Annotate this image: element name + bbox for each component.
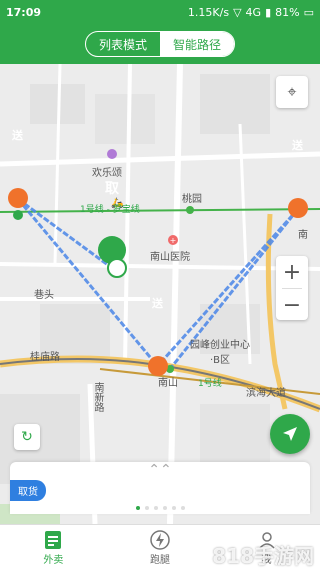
- list-icon: [42, 529, 64, 551]
- map-label-kechuang: 园峰创业中心·B区: [190, 340, 250, 366]
- page-indicator: [10, 506, 310, 510]
- map-label-nanshan: 南山: [158, 378, 178, 389]
- zoom-in-button[interactable]: +: [276, 256, 308, 288]
- page-dot: [180, 506, 185, 510]
- plus-icon: +: [282, 259, 302, 285]
- app-bar: 列表模式 智能路径: [0, 24, 320, 64]
- refresh-icon: ↻: [21, 429, 33, 445]
- deliver-marker[interactable]: [148, 356, 168, 376]
- deliver-marker-label: 送: [12, 129, 23, 142]
- locate-button[interactable]: ⌖: [276, 76, 308, 108]
- poi-pin-icon: [107, 149, 117, 159]
- tab-smart-route[interactable]: 智能路径: [160, 32, 234, 56]
- page-dot: [135, 506, 140, 510]
- map-view[interactable]: + 取 🛵 送 送 送 欢乐颂 桃园 南山医院 1号线 - 罗宝线 巷头 园峰创…: [0, 64, 320, 524]
- refresh-button[interactable]: ↻: [14, 424, 40, 450]
- zoom-out-button[interactable]: −: [276, 289, 308, 321]
- pickup-marker-label: 取: [105, 181, 119, 197]
- map-label-nanxin-road: 南新路: [92, 382, 103, 412]
- wifi-icon: ▽: [233, 5, 242, 19]
- deliver-marker-label: 送: [152, 297, 163, 310]
- map-label-taoyuan: 桃园: [182, 194, 202, 205]
- crosshair-icon: ⌖: [287, 82, 297, 101]
- page-dot: [162, 506, 167, 510]
- status-time: 17:09: [6, 5, 42, 19]
- page-dot: [171, 506, 176, 510]
- map-label-binhai: 滨海大道: [246, 388, 286, 399]
- map-label-guimiao-road: 桂庙路: [30, 352, 60, 363]
- map-label-huanlesong: 欢乐颂: [92, 168, 122, 179]
- status-bar: 17:09 1.15K/s ▽ 4G ▮ 81% ▭: [0, 0, 320, 24]
- navigate-button[interactable]: [270, 414, 310, 454]
- map-label-nanshan-hospital: 南山医院: [150, 252, 190, 263]
- network-speed: 1.15K/s: [187, 5, 230, 19]
- signal-icon: ▮: [265, 5, 272, 19]
- battery-icon: ▭: [303, 5, 314, 19]
- map-label-metro-line-bottom: 1号线: [198, 379, 222, 389]
- watermark-text: 818手游网: [212, 544, 314, 568]
- svg-text:+: +: [170, 236, 177, 245]
- page-dot: [153, 506, 158, 510]
- tab-list-mode[interactable]: 列表模式: [86, 32, 160, 56]
- nav-label: 跑腿: [150, 554, 170, 566]
- minus-icon: −: [282, 292, 302, 318]
- bolt-icon: [149, 529, 171, 551]
- page-dot: [144, 506, 149, 510]
- map-label-nan-partial: 南: [298, 230, 308, 241]
- zoom-control: + −: [276, 256, 308, 320]
- mode-switch: 列表模式 智能路径: [85, 31, 235, 57]
- deliver-marker-label: 送: [292, 139, 303, 152]
- nav-item-paotui[interactable]: 跑腿: [107, 525, 214, 569]
- order-sheet[interactable]: ⌃⌃ 取货: [10, 462, 310, 514]
- map-label-xiangtou: 巷头: [34, 290, 54, 301]
- status-right: 1.15K/s ▽ 4G ▮ 81% ▭: [188, 6, 314, 19]
- nav-label: 外卖: [43, 554, 64, 566]
- navigation-arrow-icon: [283, 427, 297, 441]
- pickup-badge: 取货: [10, 480, 46, 501]
- deliver-marker[interactable]: [288, 198, 308, 218]
- battery-level: 81%: [275, 5, 300, 19]
- chevron-up-icon[interactable]: ⌃⌃: [10, 462, 310, 478]
- nav-item-waimai[interactable]: 外卖: [0, 525, 107, 569]
- network-type: 4G: [245, 5, 262, 19]
- map-label-metro-line: 1号线 - 罗宝线: [80, 205, 140, 215]
- metro-station-icon: [186, 206, 194, 214]
